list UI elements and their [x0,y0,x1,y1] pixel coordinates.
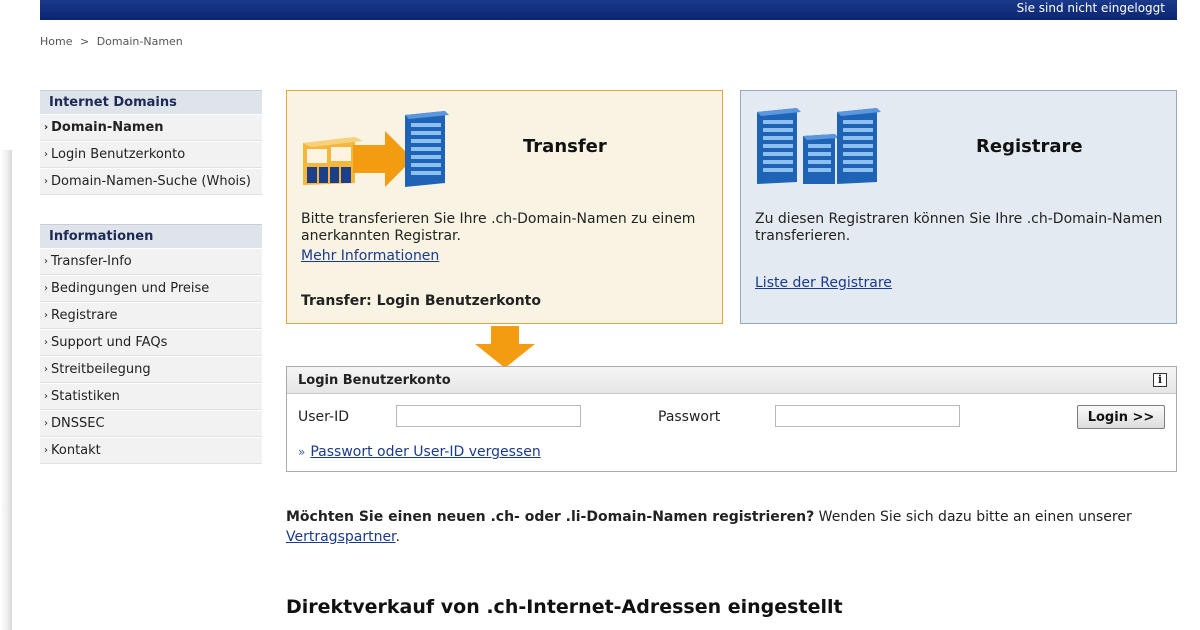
chevron-right-icon: › [44,256,48,267]
sidebar-item-label: Support und FAQs [51,335,168,350]
transfer-login-caption: Transfer: Login Benutzerkonto [301,293,541,309]
password-input[interactable] [775,405,960,427]
vertragspartner-link[interactable]: Vertragspartner [286,529,396,545]
direktverkauf-heading: Direktverkauf von .ch-Internet-Adressen … [286,596,843,618]
sidebar-heading-internet-domains: Internet Domains [40,90,262,114]
forgot-password: » Passwort oder User-ID vergessen [298,444,541,460]
double-chevron-right-icon: » [298,445,306,459]
sidebar-item-label: Transfer-Info [51,254,132,269]
sidebar-item-streitbeilegung[interactable]: › Streitbeilegung [40,356,262,383]
chevron-right-icon: › [44,418,48,429]
sidebar-item-label: Statistiken [51,389,120,404]
sidebar-item-label: Streitbeilegung [51,362,151,377]
login-button[interactable]: Login >> [1077,405,1165,429]
sidebar-item-kontakt[interactable]: › Kontakt [40,437,262,464]
sidebar-item-label: Login Benutzerkonto [51,147,186,162]
sidebar-internet-domains: Internet Domains › Domain-Namen › Login Be… [40,90,262,195]
page-edge-shadow [0,150,12,630]
register-notice-end: . [395,529,400,545]
sidebar-item-label: Domain-Namen-Suche (Whois) [51,174,252,189]
sidebar-item-label: Registrare [51,308,118,323]
sidebar-item-domain-namen[interactable]: › Domain-Namen [40,114,262,141]
sidebar-item-dnssec[interactable]: › DNSSEC [40,410,262,437]
user-id-label: User-ID [298,409,349,425]
chevron-right-icon: › [44,364,48,375]
sidebar-item-label: Kontakt [51,443,101,458]
sidebar-heading-informationen: Informationen [40,224,262,248]
login-panel-title: Login Benutzerkonto [298,373,451,388]
chevron-right-icon: › [44,310,48,321]
sidebar-item-support[interactable]: › Support und FAQs [40,329,262,356]
transfer-card-title: Transfer [523,136,607,157]
registrar-buildings-icon [757,108,881,184]
info-icon[interactable]: i [1153,373,1167,387]
chevron-right-icon: › [44,445,48,456]
registrare-card-text: Zu diesen Registraren können Sie Ihre .c… [755,211,1163,244]
chevron-right-icon: › [44,149,48,160]
registrare-card: Registrare Zu diesen Registraren können … [740,90,1177,324]
arrow-down-icon [475,326,535,368]
register-notice-question: Möchten Sie einen neuen .ch- oder .li-Do… [286,509,815,525]
breadcrumb-current: Domain-Namen [96,35,183,48]
breadcrumb-home[interactable]: Home [40,35,72,48]
sidebar-item-whois[interactable]: › Domain-Namen-Suche (Whois) [40,168,262,195]
mehr-informationen-link[interactable]: Mehr Informationen [301,248,439,264]
sidebar-item-label: DNSSEC [51,416,105,431]
forgot-password-link[interactable]: Passwort oder User-ID vergessen [310,444,540,460]
chevron-right-icon: › [44,337,48,348]
login-panel-header: Login Benutzerkonto i [287,367,1176,394]
building-transfer-icon [303,111,449,187]
transfer-card-text: Bitte transferieren Sie Ihre .ch-Domain-… [301,211,696,244]
sidebar-item-label: Domain-Namen [51,120,164,135]
chevron-right-icon: › [44,176,48,187]
chevron-right-icon: › [44,283,48,294]
liste-registrare-link[interactable]: Liste der Registrare [755,275,892,291]
sidebar-item-registrare[interactable]: › Registrare [40,302,262,329]
register-notice-text: Wenden Sie sich dazu bitte an einen unse… [814,509,1132,525]
sidebar-item-login-benutzerkonto[interactable]: › Login Benutzerkonto [40,141,262,168]
login-panel: Login Benutzerkonto i User-ID Passwort L… [286,366,1177,472]
sidebar-item-bedingungen[interactable]: › Bedingungen und Preise [40,275,262,302]
register-notice: Möchten Sie einen neuen .ch- oder .li-Do… [286,507,1166,547]
registrare-card-title: Registrare [976,136,1083,157]
sidebar-informationen: Informationen › Transfer-Info › Bedingunge… [40,224,262,464]
breadcrumb-separator: > [79,35,90,48]
chevron-right-icon: › [44,391,48,402]
breadcrumb: Home > Domain-Namen [40,35,187,48]
password-label: Passwort [658,409,721,425]
top-bar: Sie sind nicht eingeloggt [40,0,1177,20]
sidebar-item-transfer-info[interactable]: › Transfer-Info [40,248,262,275]
sidebar-item-statistiken[interactable]: › Statistiken [40,383,262,410]
login-status: Sie sind nicht eingeloggt [1016,1,1165,15]
transfer-card: Transfer Bitte transferieren Sie Ihre .c… [286,90,723,324]
user-id-input[interactable] [396,405,581,427]
sidebar-item-label: Bedingungen und Preise [51,281,210,296]
chevron-right-icon: › [44,122,49,133]
